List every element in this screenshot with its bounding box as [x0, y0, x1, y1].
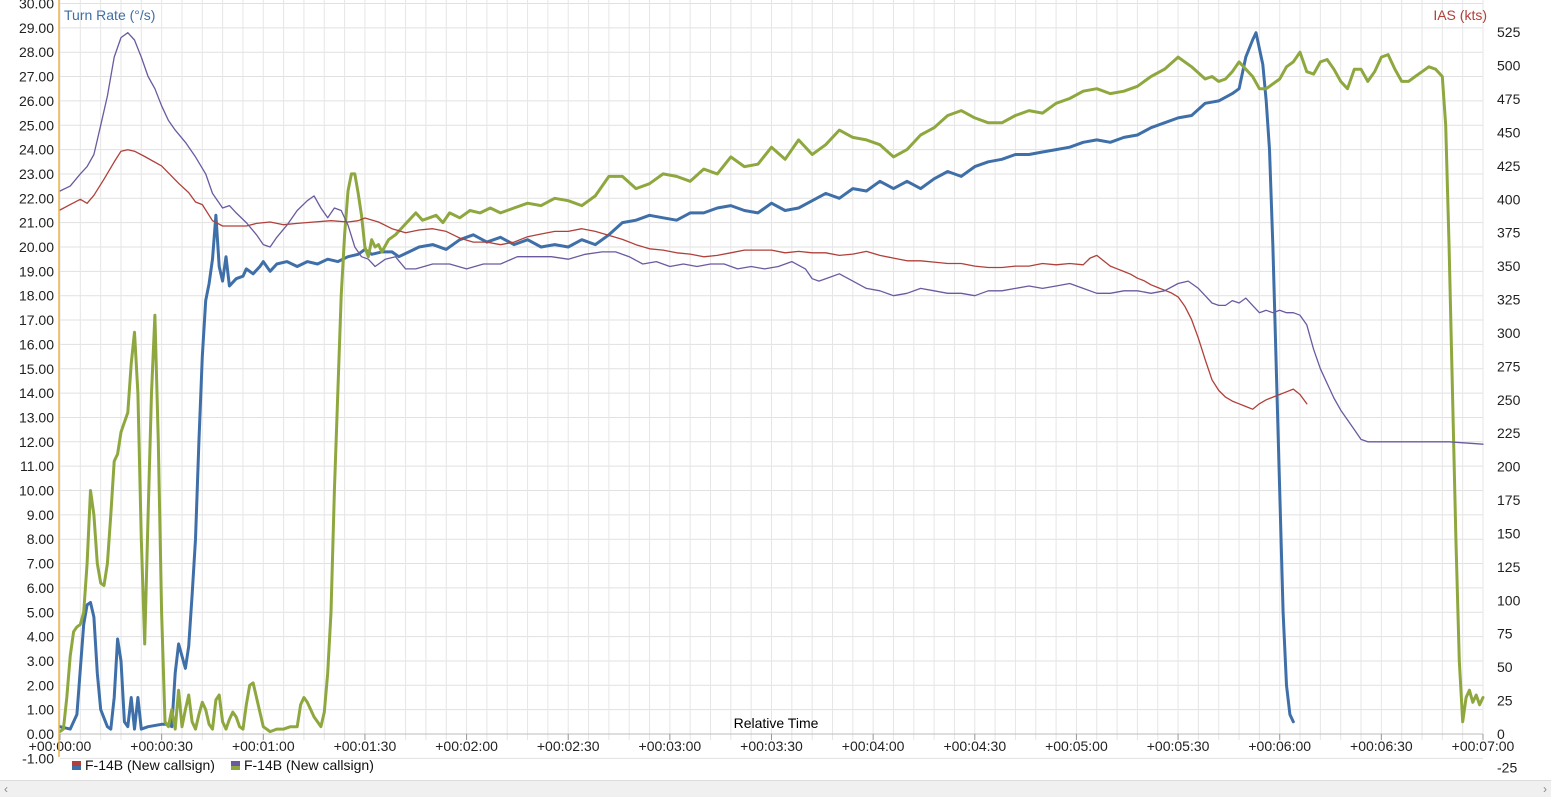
right-axis-title: IAS (kts): [1433, 7, 1487, 23]
right-tick-label: 175: [1497, 492, 1521, 508]
scroll-left-icon[interactable]: ‹: [4, 782, 8, 796]
left-tick-label: 13.00: [19, 409, 54, 425]
x-tick-label: +00:03:30: [740, 738, 803, 754]
legend-label: F-14B (New callsign): [85, 757, 215, 773]
x-tick-label: +00:01:00: [232, 738, 295, 754]
right-tick-label: 225: [1497, 425, 1521, 441]
left-tick-label: 28.00: [19, 44, 54, 60]
right-tick-label: 250: [1497, 392, 1521, 408]
plot-background: [0, 0, 1551, 797]
left-tick-label: 1.00: [27, 702, 54, 718]
left-tick-label: 24.00: [19, 142, 54, 158]
x-tick-label: +00:05:30: [1147, 738, 1210, 754]
right-tick-label: -25: [1497, 759, 1517, 775]
left-axis-title: Turn Rate (°/s): [64, 7, 155, 23]
left-tick-label: 10.00: [19, 483, 54, 499]
left-tick-label: 25.00: [19, 117, 54, 133]
x-tick-label: +00:01:30: [334, 738, 397, 754]
x-tick-label: +00:06:30: [1350, 738, 1413, 754]
left-tick-label: 22.00: [19, 190, 54, 206]
left-tick-label: 6.00: [27, 580, 54, 596]
right-tick-label: 125: [1497, 559, 1521, 575]
left-tick-label: 12.00: [19, 434, 54, 450]
left-tick-label: 30.00: [19, 0, 54, 12]
left-tick-label: 21.00: [19, 215, 54, 231]
legend-item: F-14B (New callsign): [72, 757, 215, 773]
left-tick-label: 19.00: [19, 263, 54, 279]
x-tick-label: +00:00:30: [130, 738, 193, 754]
turn-rate-ias-chart: -1.000.001.002.003.004.005.006.007.008.0…: [0, 0, 1551, 797]
right-tick-label: 350: [1497, 258, 1521, 274]
right-tick-label: 100: [1497, 592, 1521, 608]
legend-label: F-14B (New callsign): [243, 757, 374, 773]
right-tick-label: 525: [1497, 24, 1521, 40]
x-tick-label: +00:07:00: [1452, 738, 1515, 754]
right-tick-label: 300: [1497, 325, 1521, 341]
right-tick-label: 200: [1497, 459, 1521, 475]
right-tick-label: 275: [1497, 358, 1521, 374]
left-tick-label: 20.00: [19, 239, 54, 255]
right-tick-label: 150: [1497, 525, 1521, 541]
x-tick-label: +00:02:30: [537, 738, 600, 754]
legend: F-14B (New callsign) F-14B (New callsign): [72, 757, 374, 773]
left-tick-label: 16.00: [19, 336, 54, 352]
left-tick-label: 14.00: [19, 385, 54, 401]
right-tick-label: 75: [1497, 626, 1513, 642]
left-tick-label: 8.00: [27, 531, 54, 547]
left-tick-label: 17.00: [19, 312, 54, 328]
left-tick-label: 26.00: [19, 93, 54, 109]
right-tick-label: 425: [1497, 158, 1521, 174]
x-tick-label: +00:02:00: [435, 738, 498, 754]
legend-swatch: [72, 760, 81, 770]
x-tick-label: +00:00:00: [29, 738, 92, 754]
x-tick-label: +00:04:30: [943, 738, 1006, 754]
x-tick-label: +00:05:00: [1045, 738, 1108, 754]
x-axis-title: Relative Time: [734, 715, 819, 731]
legend-swatch: [230, 760, 240, 770]
legend-item: F-14B (New callsign): [230, 757, 374, 773]
right-tick-label: 25: [1497, 693, 1513, 709]
x-tick-label: +00:06:00: [1248, 738, 1311, 754]
left-tick-label: 29.00: [19, 20, 54, 36]
right-tick-label: 50: [1497, 659, 1513, 675]
right-tick-label: 325: [1497, 292, 1521, 308]
right-tick-label: 375: [1497, 225, 1521, 241]
left-tick-label: 18.00: [19, 288, 54, 304]
left-tick-label: 11.00: [20, 458, 54, 474]
left-tick-label: 3.00: [27, 653, 54, 669]
left-tick-label: 27.00: [19, 69, 54, 85]
right-tick-label: 475: [1497, 91, 1521, 107]
horizontal-scrollbar[interactable]: ‹ ›: [0, 780, 1551, 797]
x-tick-label: +00:03:00: [639, 738, 702, 754]
left-tick-label: 9.00: [27, 507, 54, 523]
right-tick-label: 450: [1497, 124, 1521, 140]
x-tick-label: +00:04:00: [842, 738, 905, 754]
left-tick-label: 5.00: [27, 604, 54, 620]
left-tick-label: 15.00: [19, 361, 54, 377]
scroll-right-icon[interactable]: ›: [1543, 782, 1547, 796]
left-tick-label: 7.00: [27, 556, 54, 572]
left-tick-label: 2.00: [27, 677, 54, 693]
right-tick-label: 400: [1497, 191, 1521, 207]
left-tick-label: 4.00: [27, 629, 54, 645]
left-tick-label: 23.00: [19, 166, 54, 182]
right-tick-label: 500: [1497, 58, 1521, 74]
